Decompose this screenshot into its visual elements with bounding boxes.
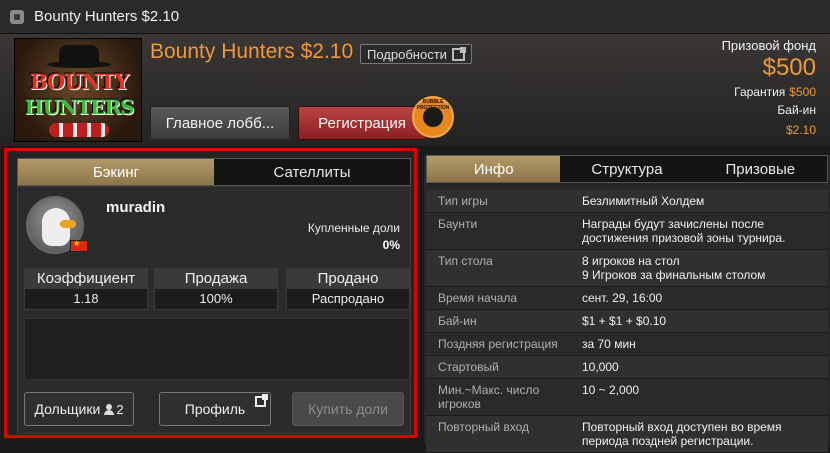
- stat-sale: Продажа 100%: [154, 268, 278, 310]
- info-row: Тип игры Безлимитный Холдем: [426, 190, 828, 213]
- logo-text-line2: HUNTERS: [24, 95, 135, 119]
- info-key: Повторный вход: [438, 420, 530, 434]
- tab-info[interactable]: Инфо: [427, 156, 561, 182]
- info-row: Время начала сент. 29, 16:00: [426, 287, 828, 310]
- info-value: Награды будут зачислены после достижения…: [582, 217, 786, 245]
- tournament-logo: BOUNTY HUNTERS: [14, 38, 142, 142]
- details-button[interactable]: Подробности: [360, 44, 472, 64]
- info-key: Мин.~Макс. число игроков: [438, 383, 540, 411]
- info-value: Повторный вход доступен во время периода…: [582, 420, 782, 448]
- info-value: за 70 мин: [582, 337, 636, 351]
- info-row: Баунти Награды будут зачислены после дост…: [426, 213, 828, 250]
- username: muradin: [106, 199, 166, 216]
- prize-pool-value: $500: [762, 54, 816, 81]
- main-lobby-button[interactable]: Главное лобб...: [150, 106, 290, 140]
- info-value: $1 + $1 + $0.10: [582, 314, 667, 328]
- info-value: Безлимитный Холдем: [582, 194, 705, 208]
- info-value: 10,000: [582, 360, 619, 374]
- stat-label: Продажа: [155, 269, 277, 289]
- shares-list-area: [24, 318, 410, 380]
- info-key: Стартовый: [438, 360, 499, 374]
- logo-text-line1: BOUNTY: [29, 69, 130, 94]
- details-label: Подробности: [367, 46, 447, 62]
- tournament-name: Bounty Hunters $2.10: [150, 40, 354, 63]
- info-panel: Инфо Структура Призовые Тип игры Безлимит…: [424, 155, 830, 453]
- chips-icon: [49, 123, 109, 137]
- bought-shares-value: 0%: [382, 238, 400, 252]
- stat-value: 1.18: [73, 291, 99, 306]
- china-flag-icon: [70, 239, 88, 252]
- stat-coefficient: Коэффициент 1.18: [24, 268, 148, 310]
- person-icon: [104, 403, 115, 415]
- stat-label: Продано: [287, 269, 409, 289]
- hat-icon: [47, 45, 111, 68]
- stat-sold: Продано Распродано: [286, 268, 410, 310]
- profile-button[interactable]: Профиль: [159, 392, 271, 426]
- profile-label: Профиль: [184, 401, 246, 417]
- info-row: Повторный вход Повторный вход доступен во…: [426, 416, 828, 453]
- guarantee-label: Гарантия: [734, 85, 786, 99]
- shareholders-button[interactable]: Дольщики 2: [24, 392, 134, 426]
- guarantee-value: $500: [789, 85, 816, 99]
- info-key: Время начала: [438, 291, 518, 305]
- window-title: Bounty Hunters $2.10: [34, 8, 180, 25]
- info-key: Тип стола: [438, 254, 493, 268]
- info-table: Тип игры Безлимитный Холдем Баунти Награды…: [426, 190, 828, 453]
- app-icon: [10, 9, 24, 24]
- info-key: Баунти: [438, 217, 478, 231]
- info-row: Тип стола 8 игроков на стол 9 Игроков за …: [426, 250, 828, 287]
- backing-panel: Бэкинг Сателлиты muradin Купленные доли …: [4, 148, 417, 438]
- info-value: 8 игроков на стол 9 Игроков за финальным…: [582, 254, 766, 282]
- external-link-icon: [451, 46, 466, 61]
- stat-value: Распродано: [311, 291, 385, 306]
- external-link-icon: [255, 394, 268, 407]
- info-row: Стартовый 10,000: [426, 356, 828, 379]
- title-bar: Bounty Hunters $2.10: [0, 0, 830, 34]
- info-row: Мин.~Макс. число игроков 10 ~ 2,000: [426, 379, 828, 416]
- tab-prizes[interactable]: Призовые: [693, 156, 827, 182]
- info-row: Бай-ин $1 + $1 + $0.10: [426, 310, 828, 333]
- shareholders-count: 2: [116, 401, 124, 417]
- tournament-header: BOUNTY HUNTERS Bounty Hunters $2.10 Подр…: [0, 34, 830, 146]
- bought-shares-label: Купленные доли: [307, 221, 400, 235]
- info-key: Бай-ин: [438, 314, 477, 328]
- tab-structure[interactable]: Структура: [560, 156, 694, 182]
- duck-icon: [42, 208, 76, 246]
- stat-label: Коэффициент: [25, 269, 147, 289]
- right-tabs: Инфо Структура Призовые: [426, 155, 828, 183]
- buyin-value: $2.10: [785, 123, 816, 137]
- info-row: Поздняя регистрация за 70 мин: [426, 333, 828, 356]
- info-value: 10 ~ 2,000: [582, 383, 640, 397]
- stat-value: 100%: [199, 291, 233, 306]
- register-button[interactable]: Регистрация: [298, 106, 426, 140]
- guarantee: Гарантия $500: [734, 85, 816, 99]
- info-key: Поздняя регистрация: [438, 337, 558, 351]
- buyin-label: Бай-ин: [777, 103, 816, 117]
- prize-pool-label: Призовой фонд: [721, 38, 816, 53]
- bubble-protection-icon: BUBBLE PROTECTION: [412, 96, 454, 138]
- tab-satellites[interactable]: Сателлиты: [214, 159, 410, 185]
- tab-backing[interactable]: Бэкинг: [18, 159, 214, 185]
- info-value: сент. 29, 16:00: [582, 291, 663, 305]
- backing-body: muradin Купленные доли 0% Коэффициент 1.…: [17, 186, 411, 434]
- shareholders-label: Дольщики: [34, 401, 101, 417]
- left-tabs: Бэкинг Сателлиты: [17, 158, 411, 186]
- buy-shares-button[interactable]: Купить доли: [292, 392, 404, 426]
- info-key: Тип игры: [438, 194, 488, 208]
